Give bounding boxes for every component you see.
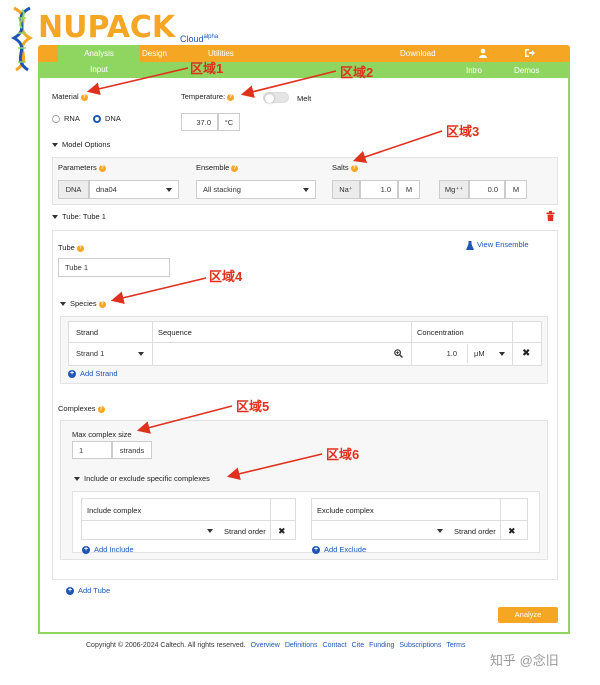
annotation-region-5: 区域5 — [236, 399, 270, 414]
footer-link-contact[interactable]: Contact — [323, 642, 347, 649]
annotation-region-1: 区域1 — [190, 61, 224, 76]
footer-link-overview[interactable]: Overview — [251, 642, 280, 649]
footer-link-definitions[interactable]: Definitions — [285, 642, 318, 649]
annotation-region-6: 区域6 — [326, 447, 360, 462]
copyright-text: Copyright © 2006-2024 Caltech. All right… — [86, 642, 246, 649]
watermark: 知乎 @念旧 — [490, 653, 559, 668]
annotation-region-3: 区域3 — [446, 124, 480, 139]
footer-link-funding[interactable]: Funding — [369, 642, 394, 649]
annotation-arrows — [86, 67, 443, 480]
footer-link-subscriptions[interactable]: Subscriptions — [399, 642, 441, 649]
annotation-region-2: 区域2 — [340, 65, 374, 80]
annotation-region-4: 区域4 — [209, 269, 243, 284]
footer-link-cite[interactable]: Cite — [352, 642, 364, 649]
footer-link-terms[interactable]: Terms — [446, 642, 465, 649]
footer: Copyright © 2006-2024 Caltech. All right… — [86, 642, 465, 649]
